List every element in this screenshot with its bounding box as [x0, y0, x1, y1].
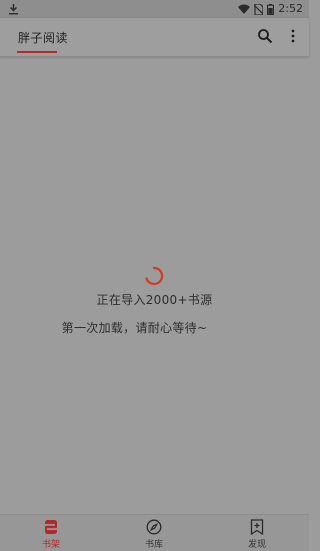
status-bar: 2:52 [0, 0, 309, 18]
loading-message: 正在导入2000+书源 [96, 293, 213, 307]
wifi-icon [238, 4, 251, 14]
search-icon[interactable] [257, 28, 273, 44]
loading-hint: 第一次加载，请耐心等待~ [61, 321, 208, 335]
bookshelf-icon [45, 520, 57, 534]
sim-off-icon [254, 3, 264, 15]
tab-indicator [17, 51, 57, 53]
nav-label-bookshelf: 书架 [41, 540, 60, 550]
nav-item-library[interactable]: 书库 [124, 515, 184, 551]
compass-icon [146, 519, 162, 535]
status-time: 2:52 [278, 2, 303, 15]
app-bar: 胖子阅读 [0, 18, 309, 57]
more-vert-icon[interactable] [287, 28, 299, 44]
download-icon [9, 4, 18, 15]
discover-bookmark-icon [250, 519, 264, 535]
nav-item-discover[interactable]: 发现 [227, 515, 287, 551]
battery-icon [267, 3, 275, 15]
nav-label-library: 书库 [144, 540, 163, 550]
loading-spinner-icon [145, 266, 164, 286]
status-bar-right: 2:52 [238, 0, 303, 18]
nav-label-discover: 发现 [247, 540, 266, 550]
nav-item-bookshelf[interactable]: 书架 [21, 515, 81, 551]
app-title-tab[interactable]: 胖子阅读 [18, 29, 68, 46]
bottom-navigation: 书架 书库 发现 [0, 514, 309, 551]
